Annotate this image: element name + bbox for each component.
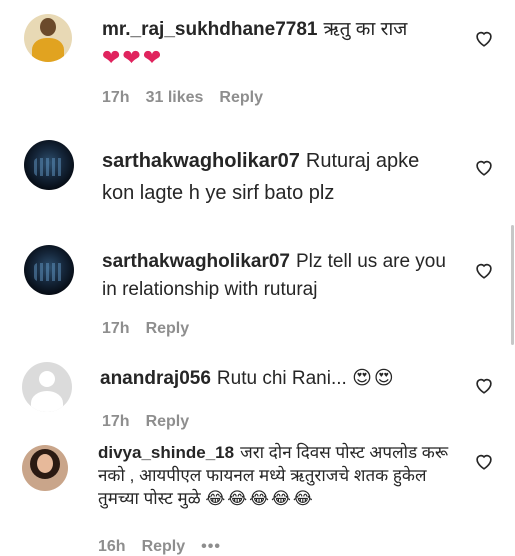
avatar[interactable]	[22, 445, 68, 491]
heart-emojis: ❤❤❤	[102, 45, 164, 70]
heart-outline-icon[interactable]	[473, 450, 495, 472]
avatar-head-shape	[39, 371, 55, 387]
comment-meta: 16h Reply •••	[98, 538, 237, 556]
comment-text-block: sarthakwagholikar07 Ruturaj apke kon lagt…	[102, 145, 442, 209]
comment-text-block: sarthakwagholikar07 Plz tell us are you i…	[102, 248, 447, 304]
comment-meta: 17h Reply	[102, 413, 205, 431]
comment-username[interactable]: anandraj056	[100, 368, 211, 389]
avatar[interactable]	[22, 362, 72, 412]
avatar-body-shape	[32, 38, 64, 62]
avatar[interactable]	[24, 14, 72, 62]
comment-time: 17h	[102, 320, 130, 337]
reply-button[interactable]: Reply	[219, 89, 263, 106]
heart-outline-icon[interactable]	[473, 27, 495, 49]
avatar-pattern	[34, 158, 64, 176]
reply-button[interactable]: Reply	[146, 413, 190, 430]
comment-meta: 17h 31 likes Reply	[102, 89, 279, 107]
heart-outline-icon[interactable]	[473, 156, 495, 178]
comment-meta: 17h Reply	[102, 320, 205, 338]
avatar-body-shape	[31, 391, 63, 412]
more-options-button[interactable]: •••	[201, 538, 221, 555]
reply-button[interactable]: Reply	[142, 538, 186, 555]
heart-eyes-emojis: 😍😍	[352, 368, 396, 389]
comment-username[interactable]: mr._raj_sukhdhane7781	[102, 19, 317, 40]
avatar-face-shape	[37, 454, 53, 473]
avatar[interactable]	[24, 245, 74, 295]
comment-username[interactable]: sarthakwagholikar07	[102, 150, 300, 172]
comment-username[interactable]: divya_shinde_18	[98, 443, 234, 462]
heart-outline-icon[interactable]	[473, 374, 495, 396]
comment-text-block: anandraj056 Rutu chi Rani... 😍😍	[100, 365, 460, 393]
comment-text-block: mr._raj_sukhdhane7781 ऋतु का राज ❤❤❤	[102, 16, 472, 74]
comment-text-block: divya_shinde_18 जरा दोन दिवस पोस्ट अपलोड …	[98, 441, 466, 510]
laughing-emojis: 😂😂😂😂😂	[205, 489, 315, 508]
comment-text: Rutu chi Rani...	[216, 368, 347, 389]
avatar[interactable]	[24, 140, 74, 190]
comment-username[interactable]: sarthakwagholikar07	[102, 251, 290, 272]
comment-text: ऋतु का राज	[323, 19, 408, 40]
comment-likes[interactable]: 31 likes	[146, 89, 204, 106]
comment-time: 17h	[102, 413, 130, 430]
heart-outline-icon[interactable]	[473, 259, 495, 281]
comment-time: 17h	[102, 89, 130, 106]
comment-time: 16h	[98, 538, 126, 555]
scrollbar[interactable]	[511, 225, 514, 345]
avatar-pattern	[34, 263, 64, 281]
reply-button[interactable]: Reply	[146, 320, 190, 337]
avatar-head-shape	[40, 18, 56, 36]
